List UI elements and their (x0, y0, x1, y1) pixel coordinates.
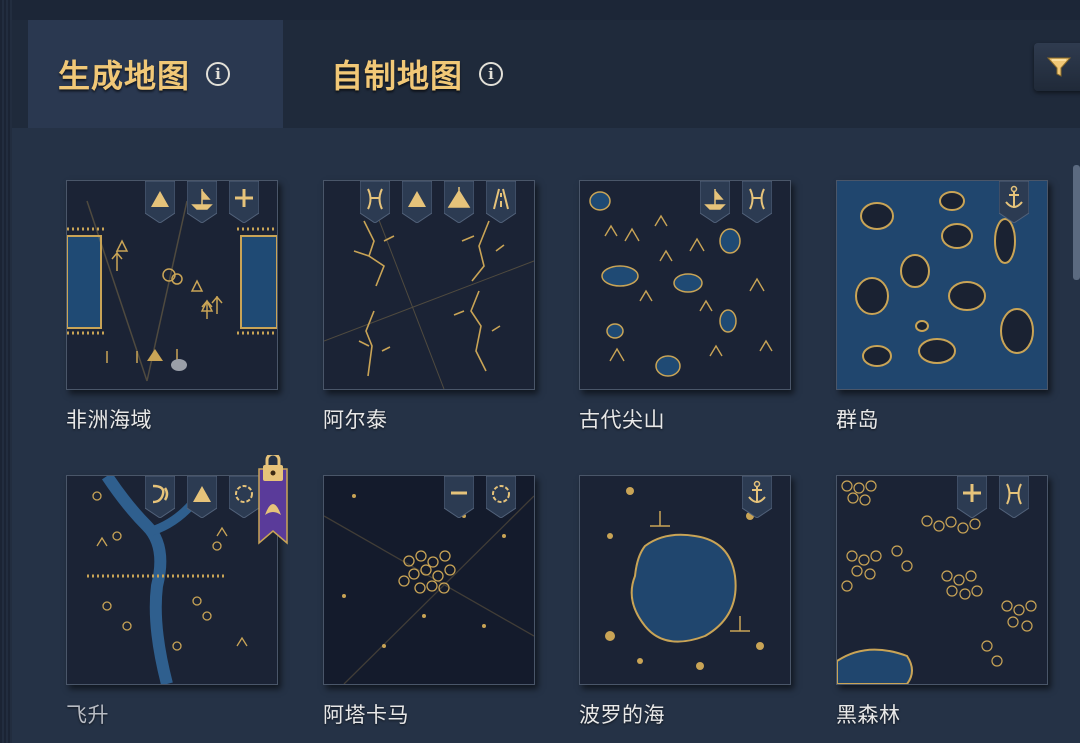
map-name: 非洲海域 (66, 408, 152, 432)
tab-label: 生成地图 (58, 57, 191, 95)
filter-button[interactable] (1034, 43, 1080, 91)
map-name: 古代尖山 (579, 408, 665, 432)
swirl-icon (145, 476, 175, 518)
window-edge (0, 0, 12, 743)
info-icon[interactable]: i (479, 62, 504, 86)
mountain-icon (145, 181, 175, 223)
map-card-africa-sea[interactable]: 非洲海域 (66, 180, 278, 434)
plus-icon (957, 476, 987, 518)
map-card-archipelago[interactable]: 群岛 (836, 180, 1048, 434)
map-thumbnail (66, 475, 278, 685)
map-thumbnail (836, 180, 1048, 390)
tab-custom-maps[interactable]: 自制地图 i (283, 20, 583, 128)
minus-icon (444, 476, 474, 518)
circle-icon (486, 476, 516, 518)
map-name: 阿尔泰 (323, 408, 388, 432)
lock-icon (258, 455, 288, 545)
anchor-icon (999, 181, 1029, 223)
header-top-strip (12, 0, 1080, 20)
shipwreck-icon (187, 181, 217, 223)
map-card-baltic-sea[interactable]: 波罗的海 (579, 475, 791, 729)
map-card-ancient-peaks[interactable]: 古代尖山 (579, 180, 791, 434)
map-thumbnail (579, 475, 791, 685)
shipwreck-icon (700, 181, 730, 223)
map-thumbnail (579, 180, 791, 390)
tab-label: 自制地图 (331, 57, 464, 95)
pass-icon (742, 181, 772, 223)
funnel-icon (1046, 57, 1072, 77)
map-thumbnail (836, 475, 1048, 685)
tab-generated-maps[interactable]: 生成地图 i (28, 20, 283, 128)
map-name: 波罗的海 (579, 703, 665, 727)
tent-icon (444, 181, 474, 223)
mountain-icon (187, 476, 217, 518)
pass-icon (360, 181, 390, 223)
map-name: 黑森林 (836, 703, 901, 727)
map-name: 阿塔卡马 (323, 703, 409, 727)
map-card-altai[interactable]: 阿尔泰 (323, 180, 535, 434)
path-icon (486, 181, 516, 223)
map-name: 群岛 (836, 408, 879, 432)
info-icon[interactable]: i (206, 62, 231, 86)
map-card-atacama[interactable]: 阿塔卡马 (323, 475, 535, 729)
map-thumbnail (66, 180, 278, 390)
mountain-icon (402, 181, 432, 223)
plus-icon (229, 181, 259, 223)
map-card-ascension[interactable]: 飞升 (66, 475, 278, 729)
map-name: 飞升 (66, 703, 109, 727)
map-thumbnail (323, 475, 535, 685)
pass-icon (999, 476, 1029, 518)
map-thumbnail (323, 180, 535, 390)
map-card-black-forest[interactable]: 黑森林 (836, 475, 1048, 729)
scrollbar[interactable] (1073, 165, 1080, 280)
anchor-icon (742, 476, 772, 518)
